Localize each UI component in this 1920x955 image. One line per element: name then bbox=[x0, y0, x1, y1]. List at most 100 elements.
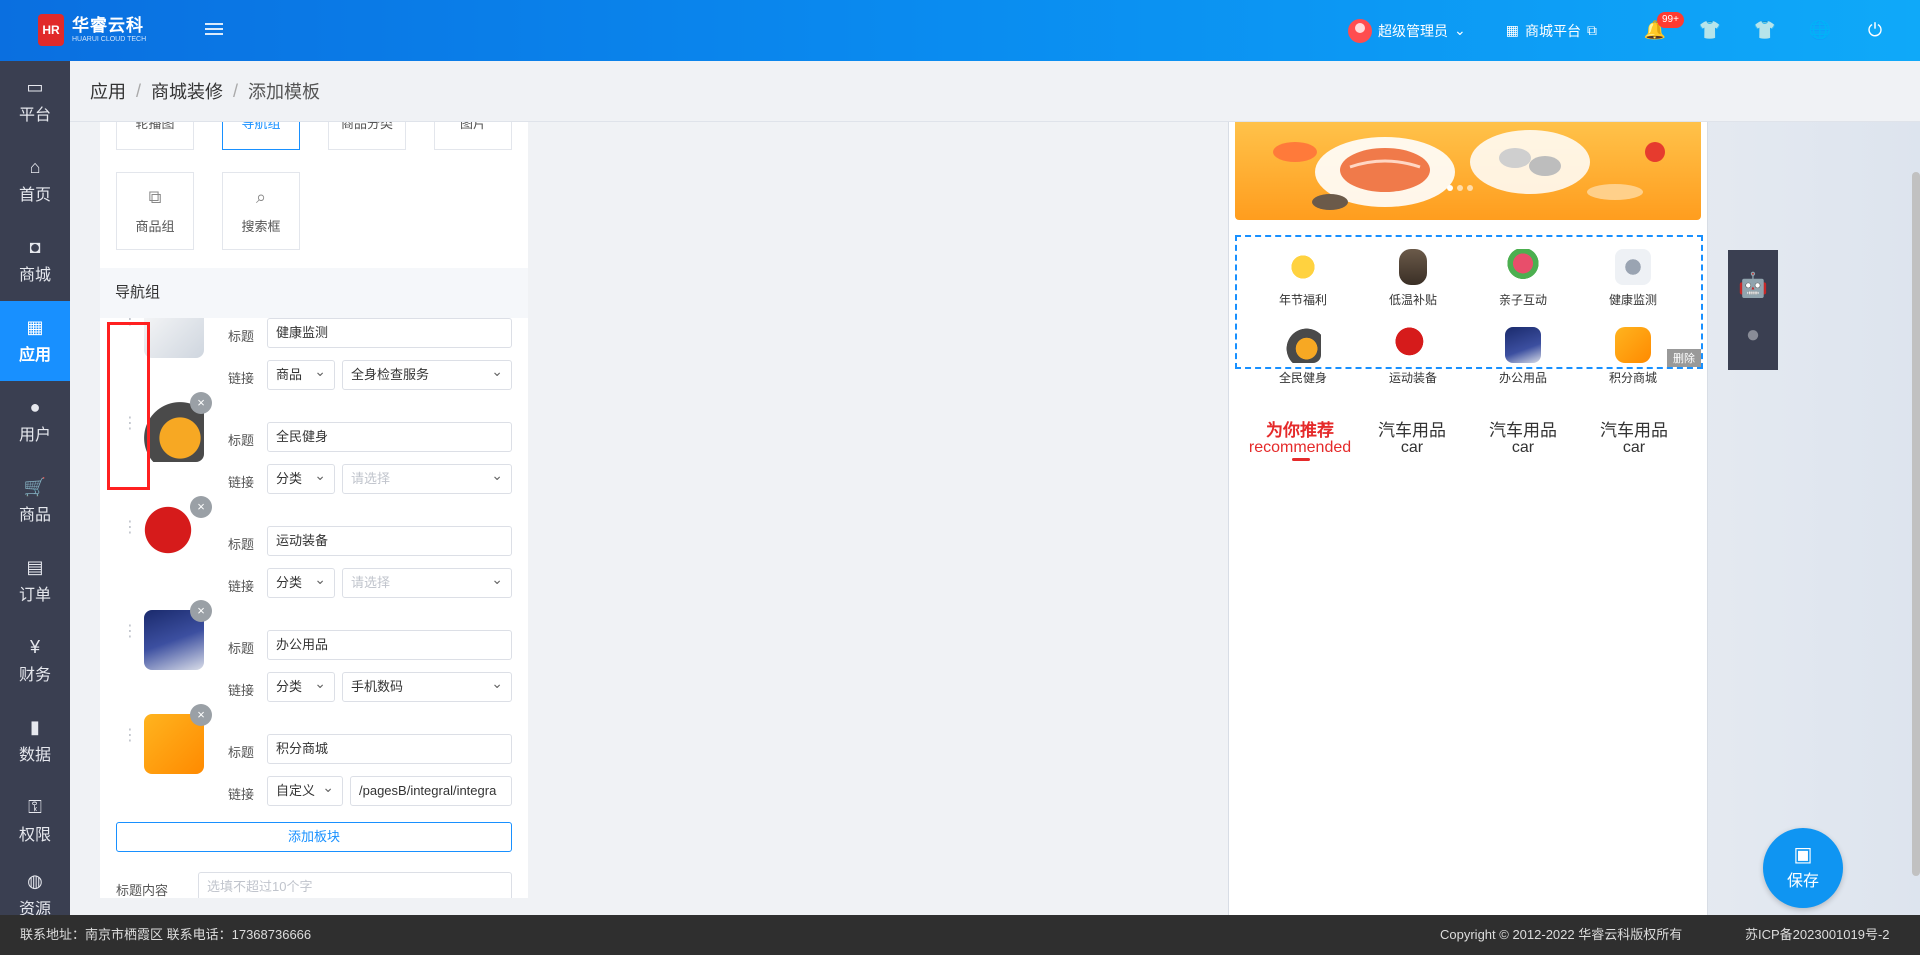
title-label: 标题 bbox=[228, 641, 255, 656]
link-target-select[interactable]: 全身检查服务 bbox=[342, 357, 512, 390]
component-category[interactable]: 商品分类 bbox=[328, 122, 406, 150]
link-target-select[interactable]: 请选择 bbox=[342, 461, 512, 494]
drag-handle-icon[interactable]: ⋮⋮ bbox=[122, 520, 155, 552]
search-icon: ⌕ bbox=[255, 187, 267, 207]
logo[interactable]: HR 华睿云科 HUARUI CLOUD TECH bbox=[38, 14, 146, 46]
shop-platform-link[interactable]: ▦ 商城平台 ⧉ bbox=[1506, 21, 1597, 41]
sidebar-item-home[interactable]: ⌂ 首页 bbox=[0, 141, 70, 221]
home-icon: ⌂ bbox=[29, 156, 41, 177]
tab-underline bbox=[1292, 458, 1310, 461]
sidebar-item-mall[interactable]: ◘ 商城 bbox=[0, 221, 70, 301]
sidebar-item-platform[interactable]: ▭ 平台 bbox=[0, 61, 70, 141]
nav-item-preview[interactable]: 办公用品 bbox=[1473, 327, 1573, 386]
nav-item-preview[interactable]: 亲子互动 bbox=[1473, 249, 1573, 308]
link-type-select[interactable]: 分类 bbox=[267, 461, 335, 494]
component-label: 搜索框 bbox=[241, 219, 281, 234]
nav-item-preview[interactable]: 年节福利 bbox=[1253, 249, 1353, 308]
title-input[interactable]: 积分商城 bbox=[267, 734, 512, 764]
sidebar-item-label: 应用 bbox=[18, 347, 51, 364]
shirt-icon: 👕 bbox=[1753, 20, 1777, 40]
sidebar-item-users[interactable]: ● 用户 bbox=[0, 381, 70, 461]
user-menu[interactable]: 超级管理员 ⌄ bbox=[1348, 18, 1466, 43]
nav-item-label: 运动装备 bbox=[1388, 371, 1437, 385]
footer-copyright: Copyright © 2012-2022 华睿云科版权所有 bbox=[1440, 927, 1683, 942]
save-button[interactable]: ▣ 保存 bbox=[1763, 828, 1843, 908]
tab-car[interactable]: 汽车用品 car bbox=[1357, 422, 1467, 456]
drag-handle-icon[interactable]: ⋮⋮ bbox=[122, 728, 155, 760]
sidebar-item-resources[interactable]: ◍ 资源 bbox=[0, 861, 70, 919]
remove-item-icon[interactable]: × bbox=[190, 392, 212, 414]
link-type-select[interactable]: 商品 bbox=[267, 357, 335, 390]
logo-name: 华睿云科 bbox=[72, 16, 144, 35]
shop-label: 商城平台 bbox=[1525, 22, 1581, 39]
user-icon: ● bbox=[29, 396, 41, 417]
sidebar-item-apps[interactable]: ▦ 应用 bbox=[0, 301, 70, 381]
link-target-select[interactable]: 请选择 bbox=[342, 565, 512, 598]
tab-car[interactable]: 汽车用品 car bbox=[1579, 422, 1689, 456]
drag-handle-icon[interactable]: ⋮⋮ bbox=[122, 624, 155, 656]
nav-item-row: ⋮⋮ 标题 健康监测 链接 商品 全身检查服务 bbox=[100, 318, 528, 390]
sidebar-item-data[interactable]: ▮ 数据 bbox=[0, 701, 70, 781]
banner-image[interactable] bbox=[1235, 122, 1701, 220]
menu-toggle-icon[interactable] bbox=[205, 20, 223, 38]
product-group-icon: ⧉ bbox=[148, 187, 162, 207]
breadcrumb-item[interactable]: 应用 bbox=[90, 78, 126, 104]
component-search-box[interactable]: ⌕ 搜索框 bbox=[222, 172, 300, 250]
logout-button[interactable]: ⏻ bbox=[1855, 0, 1895, 61]
nav-item-preview[interactable]: 低温补贴 bbox=[1363, 249, 1463, 308]
link-type-select[interactable]: 分类 bbox=[267, 565, 335, 598]
link-type-select[interactable]: 自定义 bbox=[267, 773, 343, 806]
sidebar-item-products[interactable]: 🛒 商品 bbox=[0, 461, 70, 541]
nav-group-preview[interactable]: 年节福利 低温补贴 亲子互动 健康监测 全民健身 运动装备 办公用品 积分商城 … bbox=[1235, 235, 1703, 385]
component-product-group[interactable]: ⧉ 商品组 bbox=[116, 172, 194, 250]
theme-button[interactable]: 👕 bbox=[1690, 0, 1730, 61]
component-carousel[interactable]: 轮播图 bbox=[116, 122, 194, 150]
breadcrumb-separator: / bbox=[136, 80, 142, 101]
nav-item-preview[interactable]: 健康监测 bbox=[1583, 249, 1683, 308]
title-content-input[interactable]: 选填不超过10个字 bbox=[198, 872, 512, 898]
nav-item-label: 低温补贴 bbox=[1388, 293, 1437, 307]
tab-title: 汽车用品 bbox=[1600, 421, 1668, 440]
points-coin-icon bbox=[1615, 327, 1651, 363]
link-target-select[interactable]: 手机数码 bbox=[342, 669, 512, 702]
component-image[interactable]: 图片 bbox=[434, 122, 512, 150]
breadcrumb-item[interactable]: 商城装修 bbox=[151, 78, 223, 104]
component-nav-group[interactable]: 导航组 bbox=[222, 122, 300, 150]
save-label: 保存 bbox=[1786, 873, 1819, 890]
android-icon[interactable]: 🤖 bbox=[1738, 271, 1768, 300]
phone-preview: 年节福利 低温补贴 亲子互动 健康监测 全民健身 运动装备 办公用品 积分商城 … bbox=[1228, 122, 1708, 915]
nav-item-preview[interactable]: 运动装备 bbox=[1363, 327, 1463, 386]
component-label: 轮播图 bbox=[135, 122, 175, 131]
nav-item-preview[interactable]: 全民健身 bbox=[1253, 327, 1353, 386]
title-label: 标题 bbox=[228, 745, 255, 760]
remove-item-icon[interactable]: × bbox=[190, 496, 212, 518]
link-type-select[interactable]: 分类 bbox=[267, 669, 335, 702]
tab-recommended[interactable]: 为你推荐 recommended bbox=[1245, 422, 1355, 461]
sidebar-item-finance[interactable]: ¥ 财务 bbox=[0, 621, 70, 701]
remove-item-icon[interactable]: × bbox=[190, 704, 212, 726]
sidebar-item-permissions[interactable]: ⚿ 权限 bbox=[0, 781, 70, 861]
add-block-button[interactable]: 添加板块 bbox=[116, 822, 512, 852]
remove-item-icon[interactable]: × bbox=[190, 600, 212, 622]
power-icon: ⏻ bbox=[1867, 20, 1883, 40]
link-url-input[interactable]: /pagesB/integral/integra bbox=[350, 776, 512, 806]
nav-item-image[interactable] bbox=[144, 318, 204, 358]
title-input[interactable]: 办公用品 bbox=[267, 630, 512, 660]
apple-icon[interactable]: ● bbox=[1746, 321, 1761, 349]
toy-icon bbox=[1505, 249, 1541, 285]
link-label: 链接 bbox=[228, 683, 255, 698]
seafood-banner-graphic bbox=[1273, 130, 1665, 210]
title-input[interactable]: 健康监测 bbox=[267, 318, 512, 348]
logo-mark: HR bbox=[38, 14, 64, 46]
delete-tag[interactable]: 删除 bbox=[1667, 349, 1701, 367]
footer-icp[interactable]: 苏ICP备2023001019号-2 bbox=[1745, 915, 1890, 955]
skin-button[interactable]: 👕 bbox=[1745, 0, 1785, 61]
title-input[interactable]: 全民健身 bbox=[267, 422, 512, 452]
tab-car[interactable]: 汽车用品 car bbox=[1468, 422, 1578, 456]
language-button[interactable]: 🌐 bbox=[1800, 0, 1840, 61]
sidebar-item-orders[interactable]: ▤ 订单 bbox=[0, 541, 70, 621]
page-scrollbar[interactable] bbox=[1912, 172, 1920, 876]
notification-button[interactable]: 🔔 99+ bbox=[1635, 0, 1684, 61]
user-name: 超级管理员 bbox=[1378, 22, 1449, 39]
title-input[interactable]: 运动装备 bbox=[267, 526, 512, 556]
